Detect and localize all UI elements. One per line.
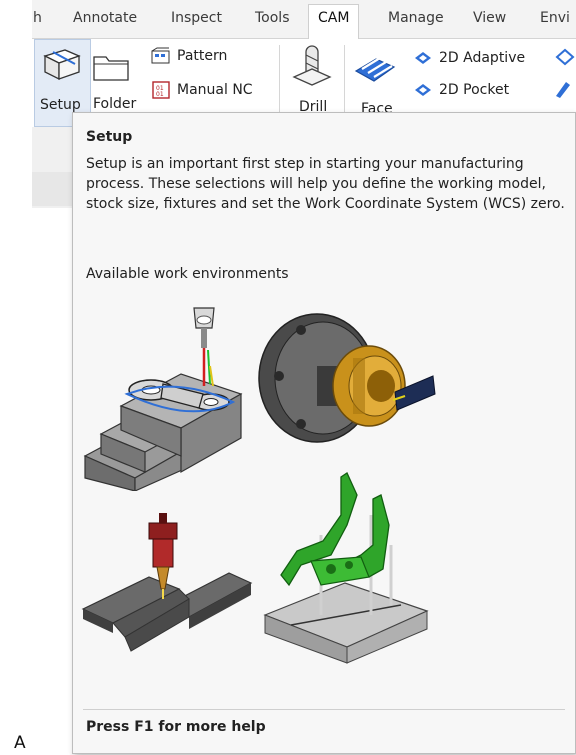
milling-environment-image (83, 307, 243, 491)
slot-icon[interactable] (552, 80, 574, 100)
corner-label: A (14, 733, 26, 753)
turning-environment-image (258, 313, 436, 443)
tab-tools[interactable]: Tools (255, 10, 290, 26)
manual-nc-label: Manual NC (177, 82, 253, 98)
ribbon-tab-bar: h Annotate Inspect Tools CAM Manage View… (32, 0, 576, 39)
setup-tooltip: Setup Setup is an important first step i… (72, 112, 576, 754)
setup-icon (43, 49, 81, 81)
pocket-2d-icon (415, 84, 431, 96)
svg-text:01: 01 (156, 91, 164, 98)
tab-sketch[interactable]: h (33, 10, 42, 26)
tab-inspect[interactable]: Inspect (171, 10, 222, 26)
face-icon (354, 57, 396, 82)
tab-annotate[interactable]: Annotate (73, 10, 137, 26)
ribbon-separator (344, 45, 345, 117)
additive-environment-image (263, 472, 429, 664)
pocket-2d-label: 2D Pocket (439, 82, 510, 98)
tooltip-footer: Press F1 for more help (86, 719, 266, 735)
tooltip-description: Setup is an important first step in star… (86, 156, 565, 212)
tab-cam[interactable]: CAM (308, 4, 360, 39)
adaptive-2d-button[interactable]: 2D Adaptive (413, 49, 525, 67)
drill-icon (292, 45, 332, 86)
ribbon-separator (279, 45, 280, 117)
contour-2d-icon[interactable] (555, 48, 575, 66)
folder-icon (93, 56, 129, 81)
browser-header-strip (32, 172, 72, 206)
manual-nc-icon: 01 01 (152, 81, 170, 99)
pattern-label: Pattern (177, 48, 228, 64)
adaptive-2d-icon (415, 52, 431, 64)
manual-nc-button[interactable]: 01 01 Manual NC (151, 80, 253, 100)
tooltip-divider (83, 709, 565, 710)
tooltip-title: Setup (86, 129, 133, 145)
adaptive-2d-label: 2D Adaptive (439, 50, 526, 66)
folder-label: Folder (93, 96, 137, 112)
pattern-icon (151, 47, 170, 64)
cutting-environment-image (81, 513, 253, 652)
tab-manage[interactable]: Manage (388, 10, 444, 26)
pattern-button[interactable]: Pattern (151, 47, 227, 65)
pocket-2d-button[interactable]: 2D Pocket (413, 81, 509, 99)
tooltip-subheading: Available work environments (86, 266, 289, 282)
tab-environment[interactable]: Envi (540, 10, 570, 26)
tab-view[interactable]: View (473, 10, 506, 26)
setup-label: Setup (40, 97, 81, 113)
